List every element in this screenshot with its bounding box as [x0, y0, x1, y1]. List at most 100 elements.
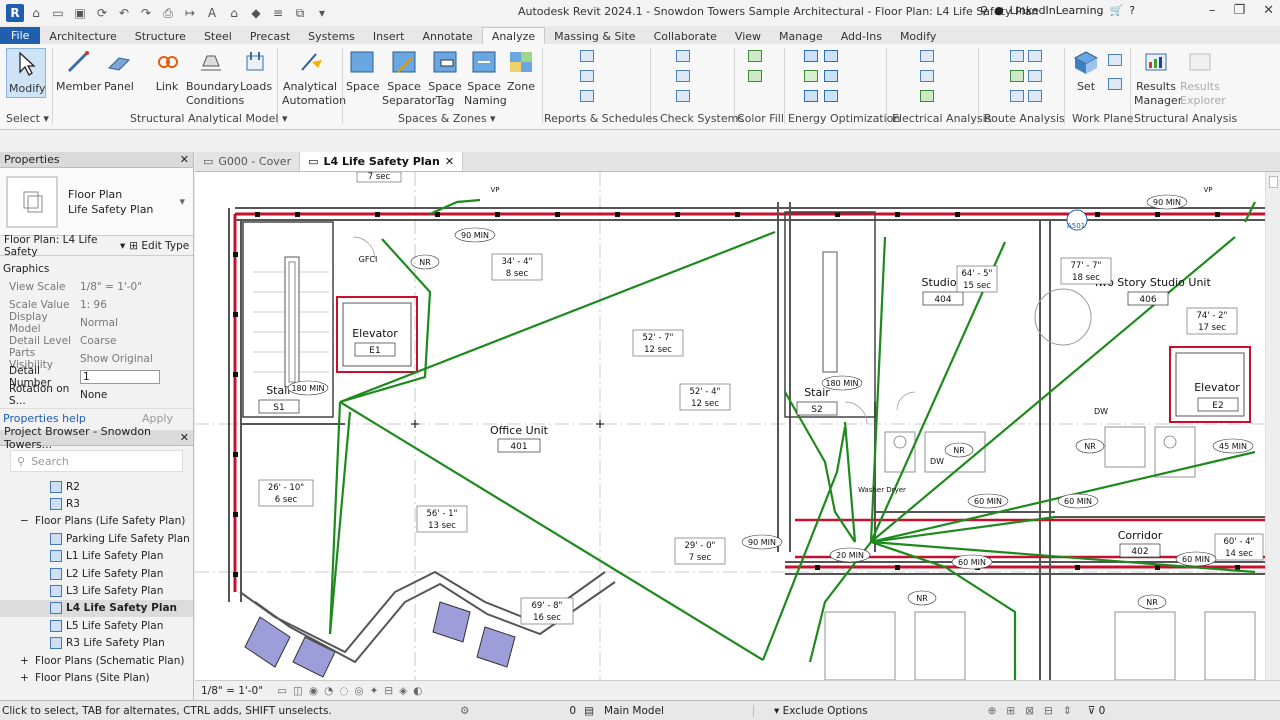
tree-item[interactable]: R3	[0, 495, 193, 512]
view-tab-cover[interactable]: ▭ G000 - Cover	[195, 152, 301, 171]
browser-search-input[interactable]: ⚲ Search	[10, 450, 183, 472]
load-area-icon[interactable]	[920, 70, 934, 82]
graphics-section[interactable]: Graphics	[0, 260, 193, 278]
tab-modify[interactable]: Modify	[891, 28, 945, 44]
space-tag-button[interactable]: Space Tag	[428, 48, 462, 108]
cart-icon[interactable]: 🛒	[1110, 4, 1124, 17]
close-icon[interactable]: ✕	[180, 153, 189, 166]
set-work-plane-button[interactable]: Set	[1070, 48, 1102, 94]
ref-plane-icon[interactable]	[1108, 78, 1122, 90]
3d-view-icon[interactable]: ⌂	[226, 6, 242, 20]
tab-precast[interactable]: Precast	[241, 28, 299, 44]
close-icon[interactable]: ✕	[445, 155, 454, 168]
check-pipe-icon[interactable]	[676, 70, 690, 82]
results-manager-button[interactable]: Results Manager	[1134, 48, 1182, 108]
tab-file[interactable]: File	[0, 27, 41, 44]
instance-selector[interactable]: Floor Plan: L4 Life Safety	[0, 234, 120, 258]
modify-button[interactable]: Modify	[6, 48, 46, 98]
design-options-icon[interactable]: ▤	[584, 705, 594, 717]
canvas-scrollbar[interactable]	[1265, 172, 1280, 680]
binoculars-icon[interactable]: ⚲	[980, 4, 988, 17]
tree-item[interactable]: R2	[0, 478, 193, 495]
report-icon[interactable]	[580, 70, 594, 82]
space-separator-button[interactable]: Space Separator	[382, 48, 436, 108]
duct-legend-icon[interactable]	[748, 70, 762, 82]
section-icon[interactable]: ◆	[248, 6, 264, 20]
tab-structure[interactable]: Structure	[126, 28, 195, 44]
check-duct-icon[interactable]	[676, 50, 690, 62]
loads-button[interactable]: Loads	[240, 48, 272, 94]
tab-insert[interactable]: Insert	[364, 28, 414, 44]
panel-select[interactable]: Select ▾	[6, 112, 49, 125]
view-tab-l4[interactable]: ▭ L4 Life Safety Plan ✕	[300, 152, 464, 171]
panel-spaces-zones[interactable]: Spaces & Zones ▾	[398, 112, 496, 125]
edit-type-button[interactable]: ⊞ Edit Type	[129, 240, 189, 252]
tree-group[interactable]: + Floor Plans (Schematic Plan)	[0, 652, 193, 669]
tab-addins[interactable]: Add-Ins	[832, 28, 891, 44]
tab-architecture[interactable]: Architecture	[40, 28, 125, 44]
tree-item[interactable]: L5 Life Safety Plan	[0, 617, 193, 634]
minimize-icon[interactable]: –	[1209, 3, 1216, 18]
route-table-icon[interactable]	[1028, 90, 1042, 102]
path-of-travel-icon[interactable]	[1010, 50, 1024, 62]
tree-group[interactable]: + Floor Plans (Site Plan)	[0, 669, 193, 686]
sync-icon[interactable]: ⟳	[94, 6, 110, 20]
tab-manage[interactable]: Manage	[770, 28, 832, 44]
tree-item-selected[interactable]: L4 Life Safety Plan	[0, 599, 193, 618]
panel-button[interactable]: Panel	[104, 48, 134, 94]
text-icon[interactable]: A	[204, 6, 220, 20]
revit-logo[interactable]: R	[6, 4, 24, 22]
home-icon[interactable]: ⌂	[28, 6, 44, 20]
save-icon[interactable]: ▣	[72, 6, 88, 20]
reveal-obstacles-icon[interactable]	[1028, 70, 1042, 82]
tree-group[interactable]: − Floor Plans (Life Safety Plan)	[0, 513, 193, 530]
tree-item[interactable]: L3 Life Safety Plan	[0, 582, 193, 599]
energy-settings-icon[interactable]	[804, 50, 818, 62]
exclude-options-checkbox[interactable]: ▾ Exclude Options	[774, 705, 868, 717]
check-circuit-icon[interactable]	[676, 90, 690, 102]
type-selector[interactable]: Floor Plan Life Safety Plan ▾	[0, 168, 193, 236]
people-content-icon[interactable]	[1010, 70, 1024, 82]
insight-icon[interactable]	[804, 70, 818, 82]
drawing-canvas[interactable]: A501 Office Unit Studio Unit Two Story S…	[195, 172, 1265, 680]
selection-settings-icon[interactable]: ⊕⊞⊠⊟⇕	[988, 705, 1082, 717]
print-icon[interactable]: ⎙	[160, 6, 176, 21]
panel-structural-analytical-model[interactable]: Structural Analytical Model ▾	[130, 112, 288, 125]
model-selector[interactable]: Main Model	[604, 704, 755, 717]
open-icon[interactable]: ▭	[50, 6, 66, 20]
tab-analyze[interactable]: Analyze	[481, 27, 546, 44]
help-icon[interactable]: ?	[1129, 4, 1135, 17]
thin-lines-icon[interactable]: ≡	[270, 6, 286, 20]
worksets-icon[interactable]: ⚙	[460, 705, 469, 717]
tab-collaborate[interactable]: Collaborate	[645, 28, 726, 44]
tree-item[interactable]: L2 Life Safety Plan	[0, 565, 193, 582]
color-fill-legend-icon[interactable]	[748, 50, 762, 62]
properties-help-link[interactable]: Properties help	[3, 412, 86, 425]
chart-icon[interactable]	[824, 90, 838, 102]
close-icon[interactable]: ✕	[180, 431, 189, 444]
tab-view[interactable]: View	[726, 28, 770, 44]
qat-dropdown-icon[interactable]: ▾	[314, 6, 330, 20]
account-name[interactable]: LinkedInLearning	[1010, 4, 1104, 17]
chevron-down-icon[interactable]: ▾	[120, 240, 125, 252]
heating-loads-icon[interactable]	[804, 90, 818, 102]
detail-number-input[interactable]: 1	[80, 370, 160, 384]
route-icon[interactable]	[1028, 50, 1042, 62]
show-work-plane-icon[interactable]	[1108, 54, 1122, 66]
redo-icon[interactable]: ↷	[138, 6, 154, 20]
detail-level-icon[interactable]: ▭◫◉◔◌◎✦⊟◈◐	[277, 685, 428, 697]
boundary-conditions-button[interactable]: Boundary Conditions	[186, 48, 244, 108]
electrical-load-icon[interactable]	[920, 50, 934, 62]
measure-icon[interactable]: ↦	[182, 6, 198, 20]
switch-windows-icon[interactable]: ⧉	[292, 6, 308, 21]
area-based-load-icon[interactable]	[920, 90, 934, 102]
member-button[interactable]: Member	[56, 48, 101, 94]
route-grid-icon[interactable]	[1010, 90, 1024, 102]
energy-model-icon[interactable]	[824, 50, 838, 62]
undo-icon[interactable]: ↶	[116, 6, 132, 20]
tab-systems[interactable]: Systems	[299, 28, 364, 44]
view-scale[interactable]: 1/8" = 1'-0"	[195, 685, 269, 697]
tab-massing-site[interactable]: Massing & Site	[545, 28, 644, 44]
space-naming-button[interactable]: Space Naming	[464, 48, 507, 108]
zone-button[interactable]: Zone	[506, 48, 536, 94]
